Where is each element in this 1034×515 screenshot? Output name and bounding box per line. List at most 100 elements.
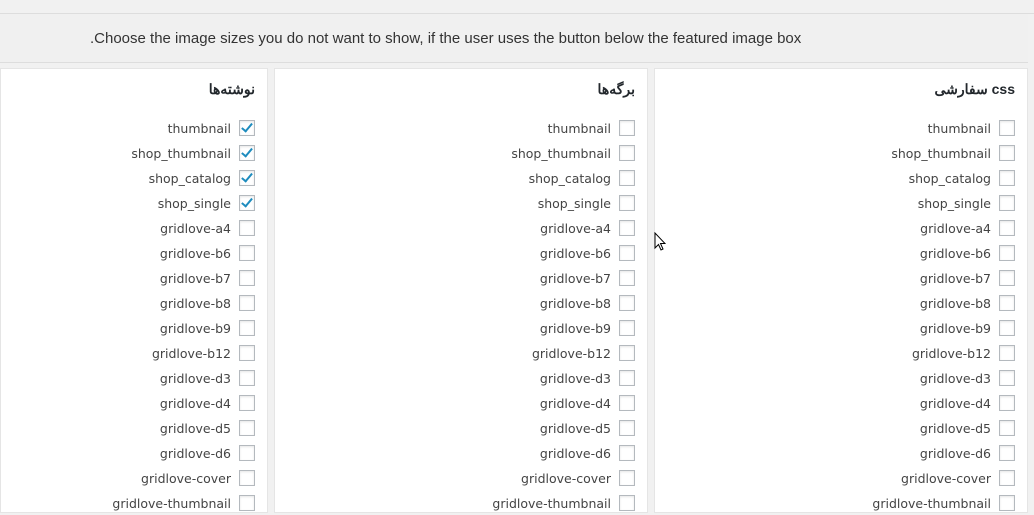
checkbox[interactable] <box>999 470 1015 486</box>
checkbox[interactable] <box>999 120 1015 136</box>
size-option-shop_single[interactable]: shop_single <box>158 193 255 213</box>
checkbox[interactable] <box>619 420 635 436</box>
checkbox[interactable] <box>999 295 1015 311</box>
size-label: shop_thumbnail <box>891 145 991 161</box>
checkbox[interactable] <box>999 270 1015 286</box>
size-option-gridlove-thumbnail[interactable]: gridlove-thumbnail <box>112 493 255 513</box>
size-option-gridlove-d4[interactable]: gridlove-d4 <box>160 393 255 413</box>
size-option-gridlove-cover[interactable]: gridlove-cover <box>901 468 1015 488</box>
checkbox[interactable] <box>239 195 255 211</box>
checkbox[interactable] <box>239 345 255 361</box>
size-option-gridlove-b12[interactable]: gridlove-b12 <box>532 343 635 363</box>
size-option-gridlove-b7[interactable]: gridlove-b7 <box>920 268 1015 288</box>
size-option-shop_single[interactable]: shop_single <box>918 193 1015 213</box>
checkbox[interactable] <box>619 370 635 386</box>
size-option-gridlove-b9[interactable]: gridlove-b9 <box>920 318 1015 338</box>
checkbox[interactable] <box>999 495 1015 511</box>
checkbox[interactable] <box>619 195 635 211</box>
size-option-gridlove-d6[interactable]: gridlove-d6 <box>920 443 1015 463</box>
size-option-gridlove-a4[interactable]: gridlove-a4 <box>160 218 255 238</box>
checkbox[interactable] <box>999 195 1015 211</box>
size-label: shop_thumbnail <box>511 145 611 161</box>
checkbox[interactable] <box>619 470 635 486</box>
size-option-gridlove-b6[interactable]: gridlove-b6 <box>160 243 255 263</box>
size-option-shop_thumbnail[interactable]: shop_thumbnail <box>131 143 255 163</box>
checkbox[interactable] <box>999 320 1015 336</box>
checkbox[interactable] <box>239 395 255 411</box>
checkbox[interactable] <box>999 245 1015 261</box>
checkbox[interactable] <box>239 445 255 461</box>
checkbox[interactable] <box>239 470 255 486</box>
checkbox[interactable] <box>619 445 635 461</box>
size-option-gridlove-cover[interactable]: gridlove-cover <box>521 468 635 488</box>
size-option-gridlove-d3[interactable]: gridlove-d3 <box>920 368 1015 388</box>
checkbox[interactable] <box>619 395 635 411</box>
notice-bar: .Choose the image sizes you do not want … <box>0 14 1028 63</box>
checkbox[interactable] <box>999 220 1015 236</box>
checkbox[interactable] <box>999 145 1015 161</box>
size-option-shop_catalog[interactable]: shop_catalog <box>529 168 635 188</box>
size-option-gridlove-cover[interactable]: gridlove-cover <box>141 468 255 488</box>
size-option-thumbnail[interactable]: thumbnail <box>928 118 1015 138</box>
size-option-thumbnail[interactable]: thumbnail <box>168 118 255 138</box>
checkbox[interactable] <box>239 370 255 386</box>
size-option-shop_thumbnail[interactable]: shop_thumbnail <box>511 143 635 163</box>
size-option-shop_catalog[interactable]: shop_catalog <box>909 168 1015 188</box>
checkbox[interactable] <box>619 145 635 161</box>
size-option-thumbnail[interactable]: thumbnail <box>548 118 635 138</box>
checkbox[interactable] <box>619 270 635 286</box>
checkbox[interactable] <box>619 170 635 186</box>
checkbox[interactable] <box>239 420 255 436</box>
size-option-gridlove-thumbnail[interactable]: gridlove-thumbnail <box>492 493 635 513</box>
checkbox[interactable] <box>619 320 635 336</box>
checkbox[interactable] <box>999 395 1015 411</box>
checkbox[interactable] <box>619 120 635 136</box>
checkbox[interactable] <box>619 345 635 361</box>
size-option-gridlove-d3[interactable]: gridlove-d3 <box>540 368 635 388</box>
size-option-gridlove-b8[interactable]: gridlove-b8 <box>160 293 255 313</box>
checkbox[interactable] <box>999 345 1015 361</box>
size-option-shop_catalog[interactable]: shop_catalog <box>149 168 255 188</box>
size-option-gridlove-a4[interactable]: gridlove-a4 <box>920 218 1015 238</box>
checkbox[interactable] <box>239 245 255 261</box>
checkbox[interactable] <box>239 170 255 186</box>
checkbox[interactable] <box>239 145 255 161</box>
size-option-gridlove-d4[interactable]: gridlove-d4 <box>920 393 1015 413</box>
checkbox[interactable] <box>999 170 1015 186</box>
checkbox[interactable] <box>239 295 255 311</box>
checkbox[interactable] <box>999 420 1015 436</box>
size-option-gridlove-b6[interactable]: gridlove-b6 <box>540 243 635 263</box>
checkbox[interactable] <box>239 320 255 336</box>
size-option-gridlove-b6[interactable]: gridlove-b6 <box>920 243 1015 263</box>
checkbox[interactable] <box>619 295 635 311</box>
size-option-gridlove-b7[interactable]: gridlove-b7 <box>540 268 635 288</box>
size-option-gridlove-b9[interactable]: gridlove-b9 <box>160 318 255 338</box>
size-option-shop_thumbnail[interactable]: shop_thumbnail <box>891 143 1015 163</box>
checkbox[interactable] <box>239 120 255 136</box>
checkbox[interactable] <box>619 495 635 511</box>
size-option-gridlove-b7[interactable]: gridlove-b7 <box>160 268 255 288</box>
checkbox[interactable] <box>239 220 255 236</box>
size-option-gridlove-d4[interactable]: gridlove-d4 <box>540 393 635 413</box>
checkbox[interactable] <box>239 270 255 286</box>
checkbox[interactable] <box>619 245 635 261</box>
size-option-gridlove-b8[interactable]: gridlove-b8 <box>540 293 635 313</box>
size-option-gridlove-d6[interactable]: gridlove-d6 <box>540 443 635 463</box>
size-option-gridlove-d6[interactable]: gridlove-d6 <box>160 443 255 463</box>
size-option-gridlove-thumbnail[interactable]: gridlove-thumbnail <box>872 493 1015 513</box>
checkbox[interactable] <box>999 445 1015 461</box>
size-label: gridlove-d6 <box>539 445 611 461</box>
size-option-gridlove-a4[interactable]: gridlove-a4 <box>540 218 635 238</box>
checkbox[interactable] <box>999 370 1015 386</box>
size-option-gridlove-b9[interactable]: gridlove-b9 <box>540 318 635 338</box>
size-option-shop_single[interactable]: shop_single <box>538 193 635 213</box>
size-option-gridlove-d3[interactable]: gridlove-d3 <box>160 368 255 388</box>
size-option-gridlove-b12[interactable]: gridlove-b12 <box>152 343 255 363</box>
size-option-gridlove-d5[interactable]: gridlove-d5 <box>920 418 1015 438</box>
size-option-gridlove-b8[interactable]: gridlove-b8 <box>920 293 1015 313</box>
size-option-gridlove-d5[interactable]: gridlove-d5 <box>160 418 255 438</box>
checkbox[interactable] <box>619 220 635 236</box>
checkbox[interactable] <box>239 495 255 511</box>
size-option-gridlove-d5[interactable]: gridlove-d5 <box>540 418 635 438</box>
size-option-gridlove-b12[interactable]: gridlove-b12 <box>912 343 1015 363</box>
